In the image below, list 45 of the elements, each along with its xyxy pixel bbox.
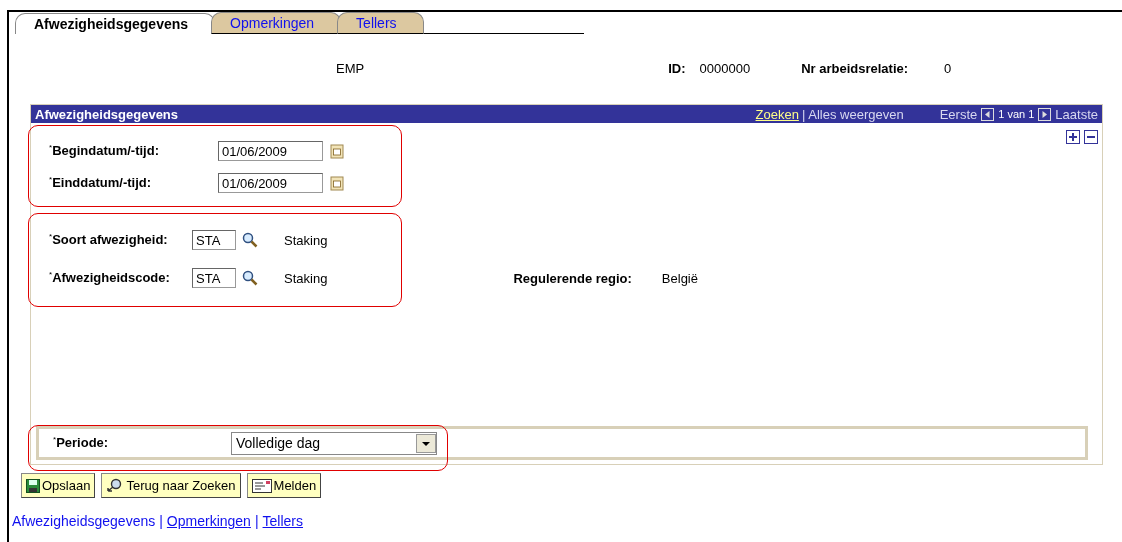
- separator: |: [801, 106, 806, 122]
- relation-label: Nr arbeidsrelatie:: [801, 60, 909, 76]
- id-label: ID:: [668, 60, 686, 76]
- page-link[interactable]: Afwezigheidsgegevens: [12, 513, 156, 529]
- link-separator: |: [159, 513, 163, 529]
- search-link[interactable]: Zoeken: [755, 106, 799, 122]
- field-label: $^{*}$Periode:: [53, 435, 110, 451]
- first-text: Eerste: [939, 106, 978, 122]
- toolbar-button[interactable]: Opslaan: [21, 473, 96, 498]
- delete-row-icon[interactable]: [1084, 130, 1098, 144]
- toolbar-button[interactable]: Terug naar Zoeken: [101, 473, 241, 498]
- link-separator: |: [254, 513, 259, 529]
- previous-icon[interactable]: [981, 107, 995, 121]
- record-position: 1 van 1: [998, 108, 1035, 120]
- period-dropdown[interactable]: Volledige dag: [231, 431, 437, 455]
- calendar-icon[interactable]: [329, 175, 345, 191]
- calendar-icon[interactable]: [329, 143, 345, 159]
- page-link[interactable]: Tellers: [262, 513, 303, 529]
- code-description: Staking: [284, 232, 328, 248]
- tab[interactable]: Tellers: [337, 12, 424, 34]
- page-link[interactable]: Opmerkingen: [166, 513, 251, 529]
- date-field[interactable]: 01/06/2009: [218, 141, 323, 161]
- last-text: Laatste: [1055, 106, 1098, 122]
- code-field[interactable]: STA: [192, 230, 236, 250]
- id-value: 0000000: [699, 60, 751, 76]
- toolbar-button[interactable]: Melden: [246, 473, 322, 498]
- next-icon[interactable]: [1038, 107, 1052, 121]
- code-description: Staking: [284, 270, 328, 286]
- dropdown-caret-icon: [416, 433, 436, 453]
- show-all-text: Alles weergeven: [808, 106, 904, 122]
- field-label: $^{*}$Einddatum/-tijd:: [49, 175, 153, 191]
- add-row-icon[interactable]: [1066, 130, 1080, 144]
- region-label: Regulerende regio:: [513, 270, 632, 286]
- date-field[interactable]: 01/06/2009: [218, 173, 323, 193]
- region-value: België: [661, 270, 698, 286]
- code-field[interactable]: STA: [192, 268, 236, 288]
- search-icon[interactable]: [242, 270, 258, 286]
- search-icon[interactable]: [242, 232, 258, 248]
- grid-title: Afwezigheidsgegevens: [35, 106, 180, 122]
- field-label: $^{*}$Afwezigheidscode:: [49, 270, 171, 286]
- field-label: $^{*}$Begindatum/-tijd:: [49, 143, 160, 159]
- employee-name: EMP: [336, 60, 365, 76]
- field-label: $^{*}$Soort afwezigheid:: [49, 232, 169, 248]
- form-icon: [251, 478, 272, 493]
- relation-value: 0: [944, 60, 952, 76]
